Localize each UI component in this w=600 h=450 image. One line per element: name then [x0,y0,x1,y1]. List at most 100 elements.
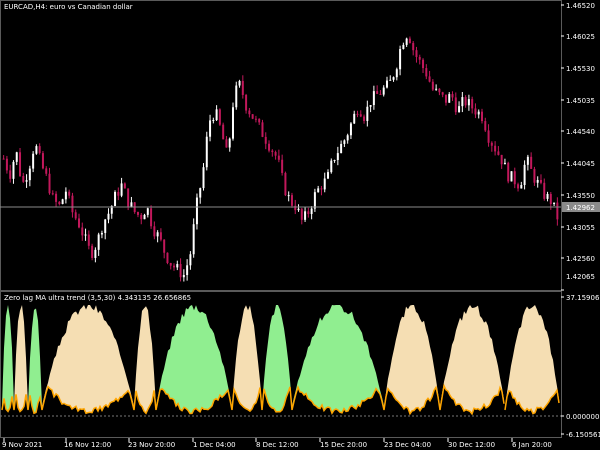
candle-body [372,91,375,106]
candle-body [392,77,395,80]
price-axis-label: 1.44045 [566,160,595,168]
candle-body [9,170,12,179]
candle-body [425,68,428,77]
candle-body [41,153,44,169]
candle-body [68,191,71,196]
price-axis-label: 1.45035 [566,97,595,105]
candle-body [510,171,513,182]
candle-body [336,153,339,161]
candle-body [218,109,221,125]
trading-chart[interactable]: EURCAD,H4: euro vs Canadian dollar Zero … [0,0,600,450]
indicator-title: Zero lag MA ultra trend (3,5,30) 4.34313… [4,294,191,302]
candle-body [526,156,529,165]
candle-body [71,195,74,213]
candle-body [107,213,110,220]
candle-body [166,252,169,264]
candle-body [431,81,434,90]
candle-body [146,208,149,215]
main-chart-title: EURCAD,H4: euro vs Canadian dollar [4,3,133,11]
candle-body [231,107,234,139]
candle-body [238,80,241,86]
candle-body [55,193,58,202]
candle-body [323,178,326,190]
candle-body [120,183,123,196]
indicator-axis-label: 37.159061 [566,294,600,302]
candle-body [494,145,497,152]
candle-body [448,94,451,103]
candle-body [471,99,474,109]
main-panel-frame [0,0,562,291]
candle-body [245,94,248,111]
candle-body [268,143,271,151]
candle-body [94,249,97,258]
candle-body [114,191,117,206]
candle-body [320,188,323,190]
candle-body [385,80,388,88]
candle-body [507,162,510,182]
candle-body [546,193,549,199]
candle-body [261,122,264,137]
candle-body [327,172,330,179]
candle-body [389,79,392,81]
candle-body [2,158,5,160]
candle-body [310,208,313,215]
candle-body [490,142,493,146]
candle-body [64,191,67,200]
candle-body [379,93,382,95]
candle-body [19,152,22,176]
candle-body [530,156,533,169]
candle-body [143,214,146,220]
candle-body [533,168,536,183]
indicator-axis-label: 0.000000 [566,413,599,421]
candle-body [32,153,35,169]
candle-body [58,201,61,205]
time-axis-label: 8 Dec 12:00 [256,441,299,449]
candle-body [513,171,516,185]
candle-body [500,154,503,165]
price-axis: 1.46520 1.46025 1.45530 1.45035 1.44540 … [561,2,595,291]
candle-body [130,202,133,207]
price-axis-label: 1.44540 [566,128,595,136]
candle-body [539,179,542,183]
candle-body [549,193,552,205]
candle-body [182,274,185,278]
candle-body [87,234,90,246]
candle-body [77,218,80,228]
time-axis-label: 15 Dec 20:00 [320,441,367,449]
candle-body [454,97,457,113]
candle-body [38,146,41,154]
candle-body [136,212,139,215]
candle-body [467,99,470,106]
candle-body [156,232,159,237]
candle-body [189,254,192,266]
candle-body [169,263,172,266]
candle-body [300,208,303,220]
candle-body [464,97,467,106]
candle-body [281,159,284,173]
candle-body [359,114,362,117]
price-axis-label: 1.46520 [566,2,595,10]
candle-body [35,146,38,154]
time-axis-label: 23 Nov 20:00 [128,441,175,449]
candle-body [333,160,336,162]
candle-body [458,106,461,113]
candle-body [356,113,359,115]
candle-body [481,111,484,122]
candle-body [330,160,333,173]
candle-body [307,211,310,215]
time-axis: 9 Nov 2021 16 Nov 12:00 23 Nov 20:00 1 D… [2,438,552,449]
candle-body [140,214,143,220]
candle-body [438,88,441,93]
price-axis-label: 1.43055 [566,224,595,232]
time-axis-label: 16 Nov 12:00 [64,441,111,449]
candle-body [199,188,202,198]
candle-body [543,182,546,199]
candle-body [163,239,166,253]
candle-body [444,94,447,103]
candle-body [25,180,28,182]
candle-body [222,124,225,140]
candle-body [235,85,238,108]
candle-body [173,265,176,268]
candle-body [349,123,352,136]
candle-body [415,50,418,57]
